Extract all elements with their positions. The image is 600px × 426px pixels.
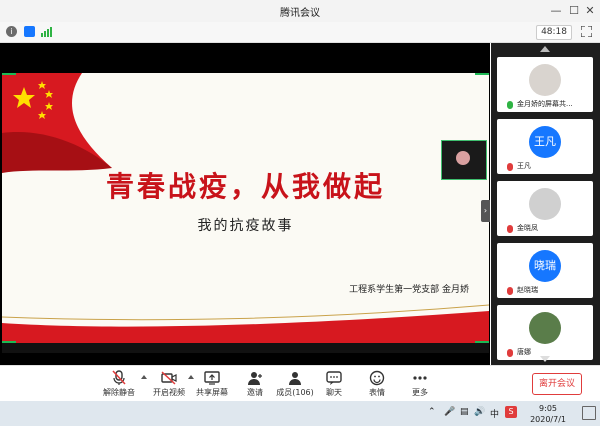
participant-tile[interactable]: 王凡 王凡 [497, 119, 593, 174]
slide-author: 工程系学生第一党支部 金月娇 [349, 285, 469, 295]
participant-tile[interactable]: 唐娜 [497, 305, 593, 360]
system-clock[interactable]: 9:05 2020/7/1 [530, 403, 566, 425]
unmute-button[interactable]: 解除静音 [94, 368, 144, 400]
more-button[interactable]: 更多 [395, 368, 445, 400]
input-method-icon[interactable]: S [505, 406, 517, 418]
unmute-label: 解除静音 [103, 388, 135, 397]
smile-icon [369, 370, 385, 386]
leave-meeting-button[interactable]: 离开会议 [532, 373, 582, 395]
participant-name: 赵晓瑞 [517, 286, 538, 294]
signal-icon[interactable] [41, 27, 52, 37]
share-screen-icon [204, 371, 220, 385]
mic-muted-icon [507, 225, 513, 233]
shared-screen-area: 青春战疫，从我做起 我的抗疫故事 工程系学生第一党支部 金月娇 › [0, 43, 490, 365]
participant-name: 金月娇的屏幕共... [517, 100, 573, 108]
shared-desktop-taskbar [2, 343, 489, 353]
ime-indicator[interactable]: 中 [490, 407, 499, 420]
window-title: 腾讯会议 [280, 8, 320, 19]
frame-corner [2, 73, 16, 75]
mic-muted-icon [507, 163, 513, 171]
avatar [529, 312, 561, 344]
title-bar: 腾讯会议 — ☐ ✕ [0, 0, 600, 22]
presenter-avatar [456, 151, 470, 165]
default-avatar-icon [529, 188, 561, 220]
presentation-slide: 青春战疫，从我做起 我的抗疫故事 工程系学生第一党支部 金月娇 [2, 73, 489, 343]
more-icon [413, 376, 427, 380]
participant-sidebar: 金月娇的屏幕共... 王凡 王凡 金晓凤 晓瑞 赵晓瑞 唐娜 [491, 43, 600, 365]
participant-tile[interactable]: 金晓凤 [497, 181, 593, 236]
meeting-info-bar: i 48:18 [0, 22, 600, 43]
microphone-icon[interactable]: 🎤 [444, 407, 455, 417]
participant-tile[interactable]: 金月娇的屏幕共... [497, 57, 593, 112]
add-user-icon [248, 372, 262, 385]
collapse-sidebar-button[interactable]: › [481, 200, 490, 222]
shield-icon[interactable] [24, 26, 35, 37]
scroll-up-icon[interactable] [540, 46, 550, 52]
users-icon [289, 372, 301, 385]
ribbon-decoration [2, 304, 489, 343]
clock-time: 9:05 [539, 404, 558, 413]
avatar: 晓瑞 [529, 250, 561, 282]
network-icon[interactable]: ▤ [460, 407, 469, 417]
meeting-control-bar: 解除静音 开启视频 共享屏幕 邀请 成员(106) 聊天 表情 更多 离开会议 [0, 365, 600, 402]
mic-muted-icon [112, 370, 126, 385]
participant-name: 金晓凤 [517, 224, 538, 232]
participant-name: 唐娜 [517, 348, 531, 356]
frame-corner [475, 73, 489, 75]
clock-date: 2020/7/1 [530, 415, 566, 424]
fullscreen-icon[interactable] [581, 26, 592, 37]
participant-tile[interactable]: 晓瑞 赵晓瑞 [497, 243, 593, 298]
avatar [529, 64, 561, 96]
slide-subtitle: 我的抗疫故事 [197, 218, 294, 234]
camera-off-icon [161, 371, 177, 385]
volume-icon[interactable]: 🔊 [474, 407, 485, 417]
more-label: 更多 [412, 388, 428, 397]
notification-icon[interactable] [582, 406, 596, 420]
presenter-camera-thumbnail[interactable] [441, 140, 487, 180]
scroll-down-icon[interactable] [540, 356, 550, 362]
avatar: 王凡 [529, 126, 561, 158]
participant-name: 王凡 [517, 162, 531, 170]
chat-icon [326, 371, 342, 385]
close-button[interactable]: ✕ [582, 3, 598, 19]
slide-title: 青春战疫，从我做起 [105, 170, 385, 203]
minimize-button[interactable]: — [548, 3, 564, 19]
mic-muted-icon [507, 349, 513, 357]
mic-muted-icon [507, 287, 513, 295]
meeting-timer: 48:18 [536, 25, 572, 40]
chevron-up-icon[interactable]: ⌃ [428, 407, 436, 417]
info-icon[interactable]: i [6, 26, 17, 37]
windows-taskbar: ⌃ 🎤 ▤ 🔊 中 S 9:05 2020/7/1 [0, 401, 600, 426]
mic-on-icon [507, 101, 513, 109]
maximize-button[interactable]: ☐ [566, 3, 582, 19]
